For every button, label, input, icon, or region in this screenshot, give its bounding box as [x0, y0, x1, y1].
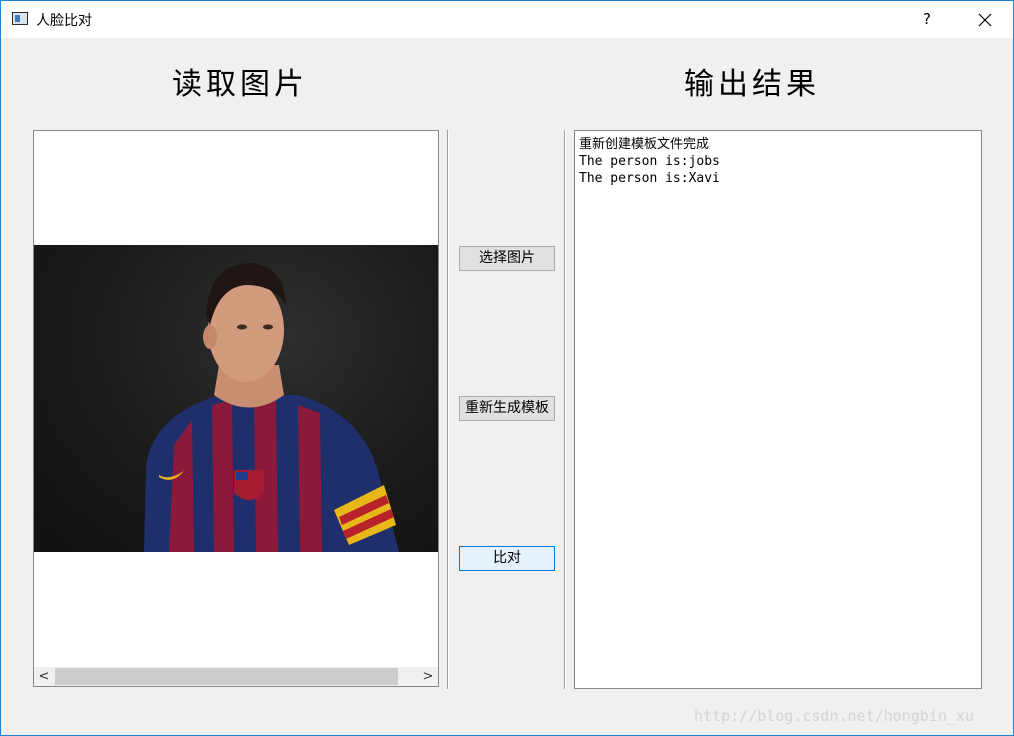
window-title: 人脸比对: [36, 13, 92, 29]
output-line: 重新创建模板文件完成: [579, 137, 710, 152]
output-line: The person is:jobs: [579, 154, 720, 169]
person-photo-illustration: [144, 263, 399, 552]
help-button[interactable]: ?: [909, 1, 945, 38]
close-button[interactable]: [957, 1, 1011, 38]
scroll-left-arrow-icon[interactable]: <: [34, 667, 54, 686]
output-line: The person is:Xavi: [579, 171, 720, 186]
select-image-button[interactable]: 选择图片: [459, 246, 555, 271]
left-divider: [447, 130, 449, 689]
main-window: 人脸比对 ? 读取图片 输出结果 < > 选择图片 重新生成模板 比对 重新创建…: [0, 0, 1014, 736]
scrollbar-thumb[interactable]: [55, 668, 398, 685]
title-bar[interactable]: 人脸比对 ?: [1, 1, 1013, 38]
face-photo: [34, 245, 438, 552]
read-image-heading: 读取图片: [172, 67, 308, 102]
output-text-area[interactable]: 重新创建模板文件完成 The person is:jobs The person…: [574, 130, 982, 689]
close-icon: [978, 13, 992, 27]
regenerate-template-button[interactable]: 重新生成模板: [459, 396, 555, 421]
horizontal-scrollbar[interactable]: < >: [34, 667, 438, 686]
app-icon: [12, 12, 28, 25]
scroll-right-arrow-icon[interactable]: >: [418, 667, 438, 686]
image-view[interactable]: < >: [33, 130, 439, 687]
compare-button[interactable]: 比对: [459, 546, 555, 571]
output-result-heading: 输出结果: [684, 67, 820, 102]
watermark: http://blog.csdn.net/hongbin_xu: [694, 707, 974, 725]
right-divider: [564, 130, 566, 689]
